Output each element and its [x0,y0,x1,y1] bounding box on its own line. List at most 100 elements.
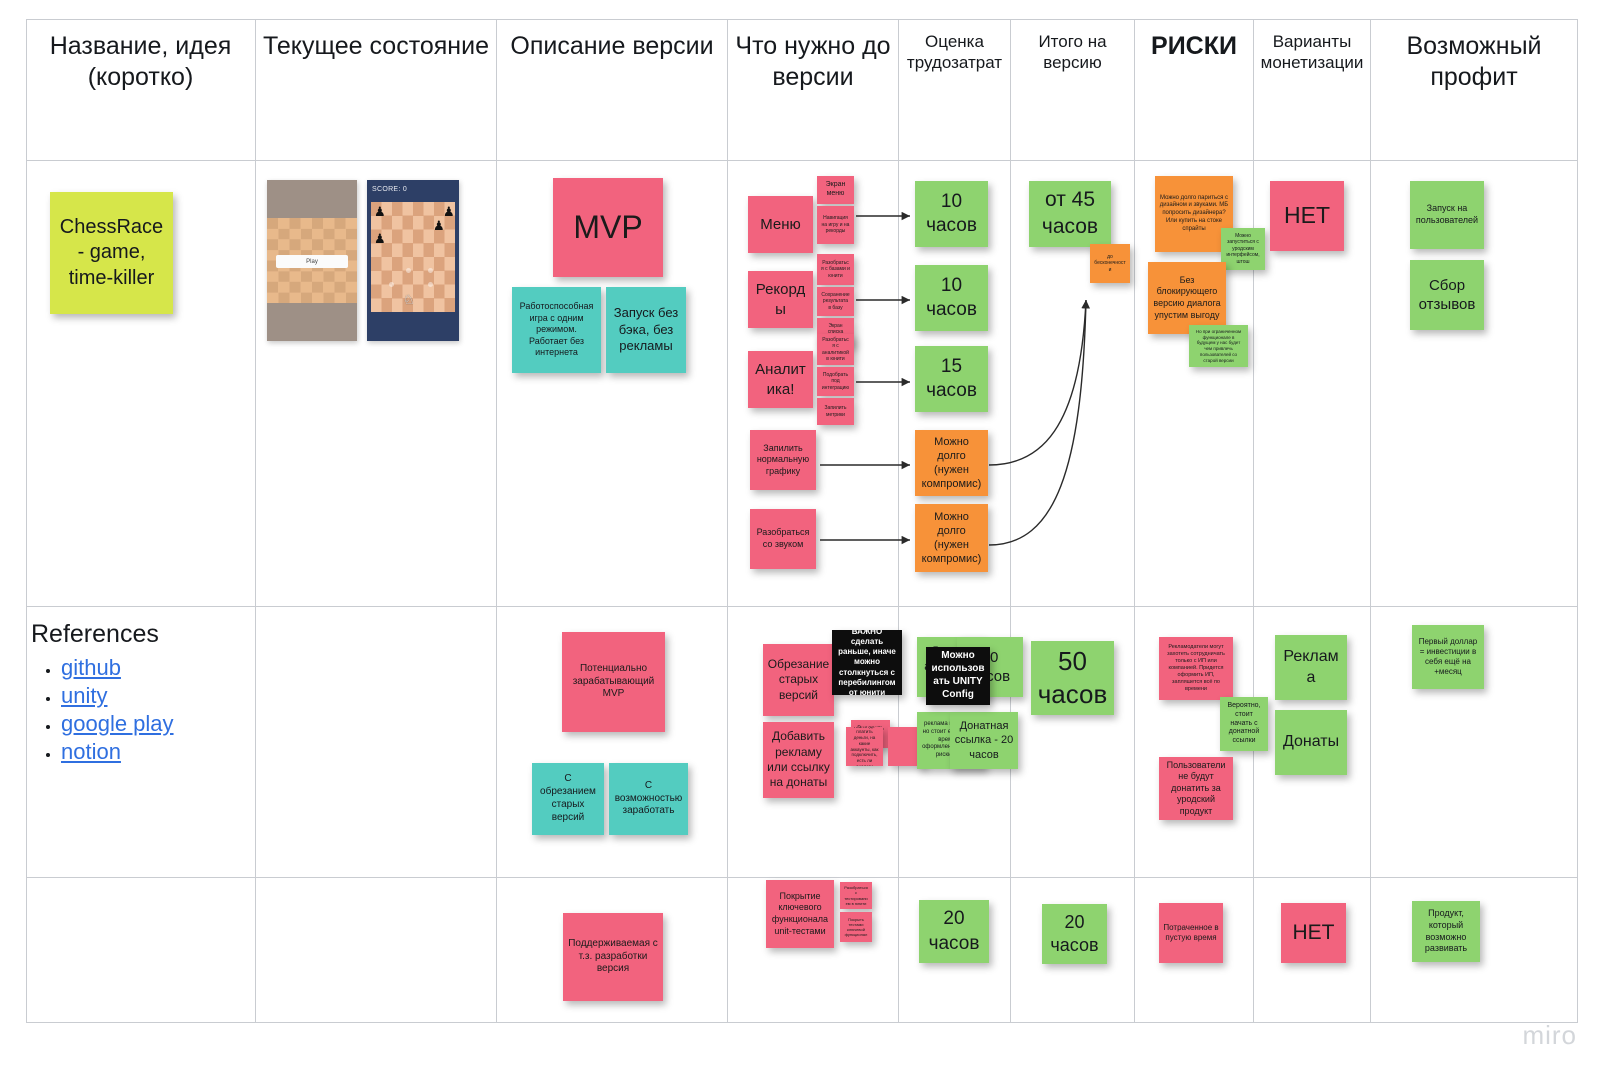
grid-col-4 [898,19,899,1023]
references-title: References [31,620,159,648]
grid-col-5 [1010,19,1011,1023]
risk-note[interactable]: Рекламодатели могут захотеть сотрудничат… [1159,637,1233,700]
task-sub-note[interactable]: Навигация на игру и на рекорды [817,206,854,244]
task-note[interactable]: Рекорды [748,271,813,328]
estimate-note[interactable]: 10 часов [915,181,988,247]
estimate-note[interactable]: Можно долго (нужен компромис) [915,504,988,572]
profit-note[interactable]: Сбор отзывов [1410,260,1484,330]
chess-knight-icon: ♘ [403,292,415,307]
version2-title-note[interactable]: Потенциально зарабатывающий MVP [562,632,665,732]
task-note[interactable]: Запилить нормальную графику [750,430,816,490]
references-list: github unity google play notion [31,655,241,765]
task-note[interactable]: Добавить рекламу или ссылку на донаты [763,722,834,798]
task-sub-note[interactable]: Запилить метрики [817,398,854,425]
chess-pawn-icon: ♟ [443,204,455,219]
column-header-monetization: Варианты монетизации [1260,32,1364,72]
chess-pawn-icon: ♟ [433,218,445,233]
risk-note[interactable]: Вероятно, стоит начать с донатной ссылки [1220,697,1268,751]
overlay-note-important[interactable]: ВАЖНО сделать раньше, иначе можно столкн… [832,630,902,695]
reference-link-google-play[interactable]: google play [61,711,174,736]
reference-link-github[interactable]: github [61,655,121,680]
estimate-note[interactable]: Донатная ссылка - 20 часов [950,712,1018,769]
task-note[interactable]: Аналитика! [748,351,813,408]
idea-note[interactable]: ChessRace - game, time-killer [50,192,173,314]
task-sub-note[interactable]: Разобраться с базами и юнити [817,254,854,285]
task-note[interactable]: Покрытие ключевого функционала unit-тест… [766,880,834,948]
move-hint-dot [428,268,433,273]
grid-col-2 [496,19,497,1023]
column-header-profit: Возможный профит [1406,32,1542,91]
reference-link-unity[interactable]: unity [61,683,107,708]
task-sub-note[interactable]: Разобраться с тестированием в юнити [840,882,872,909]
grid-col-3 [727,19,728,1023]
mvp-detail-note-1[interactable]: Работоспособная игра с одним режимом. Ра… [512,287,601,373]
references-block: References github unity google play noti… [31,620,241,767]
estimate-note[interactable]: 10 часов [915,265,988,331]
move-hint-dot [389,282,394,287]
column-header-state: Текущее состояние [262,32,489,60]
grid-col-8 [1370,19,1371,1023]
estimate-note[interactable]: 15 часов [915,346,988,412]
grid-line-top [26,19,1577,20]
task-sub-note[interactable]: Экран меню [817,176,854,204]
overlay-note-unity-config[interactable]: Можно использовать UNITY Config [926,647,990,705]
monetization-note[interactable]: Донаты [1275,710,1347,775]
mockup-game-screen: SCORE: 0 ♟ ♟ ♟ ♟ ♘ [367,180,459,341]
total-note[interactable]: от 45 часов [1029,181,1111,247]
mvp-title-note[interactable]: MVP [553,178,663,277]
chess-pawn-icon: ♟ [374,204,386,219]
chess-pawn-icon: ♟ [374,231,386,246]
column-header-risks: РИСКИ [1151,32,1237,60]
task-note[interactable]: Меню [748,196,813,253]
miro-board: Название, идея (коротко) Текущее состоян… [0,0,1599,1065]
reference-link-notion[interactable]: notion [61,739,121,764]
mvp-detail-note-2[interactable]: Запуск без бэка, без рекламы [606,287,686,373]
version2-detail-note-2[interactable]: С возможностью заработать [609,763,688,835]
risk-note[interactable]: Можно запуститься с уродским интерфейсом… [1221,228,1265,270]
grid-line-row2-bottom [26,877,1577,878]
task-sub-note[interactable]: Сохранение результата в базу [817,287,854,316]
move-hint-dot [406,268,411,273]
grid-line-row1-bottom [26,606,1577,607]
column-header-estimate: Оценка трудозатрат [906,32,1003,72]
risk-note[interactable]: Пользователи не будут донатить за уродск… [1159,757,1233,820]
monetization-note[interactable]: Реклама [1275,635,1347,700]
task-sub-note[interactable]: Разобраться с аналитикой в юнити [817,334,854,365]
monetization-note[interactable]: НЕТ [1281,903,1346,963]
list-item: unity [61,683,241,709]
column-header-total: Итого на версию [1038,32,1107,72]
task-note[interactable]: Разобраться со звуком [750,509,816,569]
move-hint-dot [428,282,433,287]
monetization-note[interactable]: НЕТ [1270,181,1344,251]
estimate-note[interactable]: 20 часов [919,900,989,963]
profit-note[interactable]: Запуск на пользователей [1410,181,1484,249]
grid-col-9 [1577,19,1578,1023]
total-note[interactable]: 50 часов [1031,641,1114,715]
version2-detail-note-1[interactable]: С обрезанием старых версий [532,763,604,835]
mockup-menu-screen: Play [267,180,357,341]
mockup-play-button[interactable]: Play [276,255,348,268]
grid-col-6 [1134,19,1135,1023]
miro-watermark: miro [1522,1020,1577,1050]
column-header-needed: Что нужно до версии [735,32,891,91]
task-sub-note[interactable]: Подобрать под интеграцию [817,367,854,396]
total-note[interactable]: 20 часов [1042,904,1107,964]
profit-note[interactable]: Первый доллар = инвестиции в себя ещё на… [1412,625,1484,689]
grid-col-7 [1253,19,1254,1023]
version3-title-note[interactable]: Поддерживаемая с т.з. разработки версия [563,913,663,1001]
list-item: github [61,655,241,681]
task-note[interactable]: Обрезание старых версий [763,644,834,716]
risk-note[interactable]: Без блокирующего версию диалога упустим … [1148,262,1226,334]
mockup-score-label: SCORE: 0 [372,186,408,193]
grid-line-header-bottom [26,160,1577,161]
risk-note[interactable]: Но при ограниченном функционале в будуще… [1189,325,1248,367]
task-sub-note[interactable]: Покрыть тестами ключевой функционал [840,912,872,942]
list-item: google play [61,711,241,737]
risk-note[interactable]: Потраченное в пустую время [1159,903,1223,963]
column-header-name: Название, идея (коротко) [49,32,232,91]
profit-note[interactable]: Продукт, который возможно развивать [1412,901,1480,962]
estimate-note[interactable]: Можно долго (нужен компромис) [915,430,988,496]
task-sub-note[interactable]: Найти где платить деньги, на какие аккау… [846,727,883,766]
grid-col-0 [26,19,27,1023]
total-extra-note[interactable]: до бесконечности [1090,244,1130,283]
